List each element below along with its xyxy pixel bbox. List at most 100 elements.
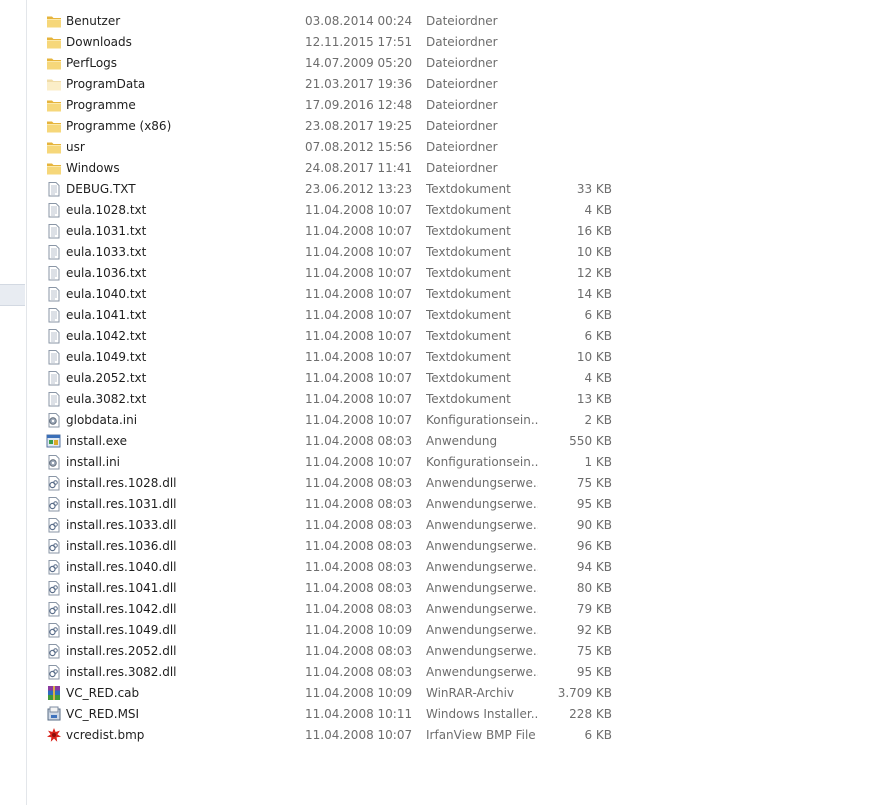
msi-installer-icon (46, 706, 62, 722)
file-name: usr (66, 140, 85, 154)
file-size: 75 KB (576, 644, 612, 658)
file-size: 2 KB (584, 413, 612, 427)
file-row[interactable]: install.res.2052.dll 11.04.2008 08:03 Anwe… (26, 641, 877, 662)
file-row[interactable]: PerfLogs 14.07.2009 05:20 Dateiordner (26, 53, 877, 74)
file-row[interactable]: VC_RED.MSI 11.04.2008 10:11 Windows Instal… (26, 704, 877, 725)
file-date-modified: 24.08.2017 11:41 (305, 161, 413, 175)
file-type: Anwendungserwe... (426, 581, 538, 595)
dll-file-icon (46, 538, 62, 554)
folder-icon (46, 139, 62, 155)
file-row[interactable]: install.res.3082.dll 11.04.2008 08:03 Anwe… (26, 662, 877, 683)
file-row[interactable]: ProgramData 21.03.2017 19:36 Dateiordner (26, 74, 877, 95)
file-size: 3.709 KB (557, 686, 612, 700)
file-type: Textdokument (426, 245, 511, 259)
winrar-archive-icon (46, 685, 62, 701)
file-date-modified: 11.04.2008 08:03 (305, 665, 413, 679)
file-name: eula.1031.txt (66, 224, 147, 238)
file-date-modified: 23.08.2017 19:25 (305, 119, 413, 133)
file-row[interactable]: eula.1031.txt 11.04.2008 10:07 Textdokumen… (26, 221, 877, 242)
file-row[interactable]: install.res.1040.dll 11.04.2008 08:03 Anwe… (26, 557, 877, 578)
file-name: install.res.2052.dll (66, 644, 177, 658)
file-row[interactable]: install.res.1042.dll 11.04.2008 08:03 Anwe… (26, 599, 877, 620)
file-type: Anwendungserwe... (426, 497, 538, 511)
file-row[interactable]: eula.1036.txt 11.04.2008 10:07 Textdokumen… (26, 263, 877, 284)
file-name: eula.2052.txt (66, 371, 147, 385)
file-size: 14 KB (576, 287, 612, 301)
file-date-modified: 11.04.2008 10:07 (305, 329, 413, 343)
file-name: Programme (66, 98, 136, 112)
file-name: eula.1042.txt (66, 329, 147, 343)
file-row[interactable]: install.res.1036.dll 11.04.2008 08:03 Anwe… (26, 536, 877, 557)
file-size: 75 KB (576, 476, 612, 490)
file-name: Benutzer (66, 14, 121, 28)
file-size: 10 KB (576, 350, 612, 364)
file-type: Textdokument (426, 371, 511, 385)
file-name: PerfLogs (66, 56, 118, 70)
file-row[interactable]: Downloads 12.11.2015 17:51 Dateiordner (26, 32, 877, 53)
file-date-modified: 11.04.2008 10:07 (305, 287, 413, 301)
file-date-modified: 11.04.2008 10:07 (305, 371, 413, 385)
file-list: Benutzer 03.08.2014 00:24 Dateiordner Downl… (26, 11, 877, 746)
irfanview-bmp-icon (46, 727, 62, 743)
folder-icon (46, 13, 62, 29)
dll-file-icon (46, 622, 62, 638)
file-type: Dateiordner (426, 140, 498, 154)
file-name: VC_RED.MSI (66, 707, 140, 721)
file-date-modified: 11.04.2008 10:07 (305, 224, 413, 238)
file-date-modified: 11.04.2008 10:07 (305, 350, 413, 364)
file-date-modified: 07.08.2012 15:56 (305, 140, 413, 154)
file-row[interactable]: Programme 17.09.2016 12:48 Dateiordner (26, 95, 877, 116)
file-date-modified: 14.07.2009 05:20 (305, 56, 413, 70)
file-name: eula.1049.txt (66, 350, 147, 364)
file-row[interactable]: Benutzer 03.08.2014 00:24 Dateiordner (26, 11, 877, 32)
file-row[interactable]: eula.1049.txt 11.04.2008 10:07 Textdokumen… (26, 347, 877, 368)
file-type: Anwendungserwe... (426, 602, 538, 616)
file-row[interactable]: usr 07.08.2012 15:56 Dateiordner (26, 137, 877, 158)
navigation-pane[interactable] (0, 0, 27, 805)
file-row[interactable]: install.res.1033.dll 11.04.2008 08:03 Anwe… (26, 515, 877, 536)
file-type: Anwendungserwe... (426, 560, 538, 574)
file-size: 90 KB (576, 518, 612, 532)
text-file-icon (46, 265, 62, 281)
file-row[interactable]: install.res.1028.dll 11.04.2008 08:03 Anwe… (26, 473, 877, 494)
file-row[interactable]: eula.2052.txt 11.04.2008 10:07 Textdokumen… (26, 368, 877, 389)
file-row[interactable]: eula.1041.txt 11.04.2008 10:07 Textdokumen… (26, 305, 877, 326)
file-date-modified: 11.04.2008 08:03 (305, 434, 413, 448)
file-type: Windows Installer... (426, 707, 538, 721)
file-row[interactable]: globdata.ini 11.04.2008 10:07 Konfiguratio… (26, 410, 877, 431)
file-name: DEBUG.TXT (66, 182, 136, 196)
file-row[interactable]: eula.1042.txt 11.04.2008 10:07 Textdokumen… (26, 326, 877, 347)
file-size: 4 KB (584, 203, 612, 217)
file-row[interactable]: install.ini 11.04.2008 10:07 Konfiguration… (26, 452, 877, 473)
file-row[interactable]: eula.1040.txt 11.04.2008 10:07 Textdokumen… (26, 284, 877, 305)
file-row[interactable]: Windows 24.08.2017 11:41 Dateiordner (26, 158, 877, 179)
file-size: 92 KB (576, 623, 612, 637)
file-row[interactable]: Programme (x86) 23.08.2017 19:25 Dateiordn… (26, 116, 877, 137)
file-name: VC_RED.cab (66, 686, 140, 700)
folder-icon (46, 118, 62, 134)
file-row[interactable]: install.exe 11.04.2008 08:03 Anwendung 550 … (26, 431, 877, 452)
file-row[interactable]: VC_RED.cab 11.04.2008 10:09 WinRAR-Archiv 3… (26, 683, 877, 704)
navigation-selected-item[interactable] (0, 284, 25, 306)
file-date-modified: 11.04.2008 10:07 (305, 245, 413, 259)
file-row[interactable]: eula.3082.txt 11.04.2008 10:07 Textdokumen… (26, 389, 877, 410)
file-type: WinRAR-Archiv (426, 686, 515, 700)
file-row[interactable]: DEBUG.TXT 23.06.2012 13:23 Textdokument 33 … (26, 179, 877, 200)
file-size: 80 KB (576, 581, 612, 595)
file-row[interactable]: install.res.1049.dll 11.04.2008 10:09 Anwe… (26, 620, 877, 641)
file-row[interactable]: eula.1028.txt 11.04.2008 10:07 Textdokumen… (26, 200, 877, 221)
file-row[interactable]: install.res.1041.dll 11.04.2008 08:03 Anwe… (26, 578, 877, 599)
file-row[interactable]: install.res.1031.dll 11.04.2008 08:03 Anwe… (26, 494, 877, 515)
file-date-modified: 03.08.2014 00:24 (305, 14, 413, 28)
file-type: Textdokument (426, 392, 511, 406)
file-row[interactable]: vcredist.bmp 11.04.2008 10:07 IrfanView BM… (26, 725, 877, 746)
file-size: 96 KB (576, 539, 612, 553)
file-name: install.res.1041.dll (66, 581, 177, 595)
folder-icon (46, 34, 62, 50)
file-name: eula.1040.txt (66, 287, 147, 301)
dll-file-icon (46, 664, 62, 680)
file-name: install.res.1036.dll (66, 539, 177, 553)
file-name: eula.1036.txt (66, 266, 147, 280)
file-type: Dateiordner (426, 14, 498, 28)
file-row[interactable]: eula.1033.txt 11.04.2008 10:07 Textdokumen… (26, 242, 877, 263)
